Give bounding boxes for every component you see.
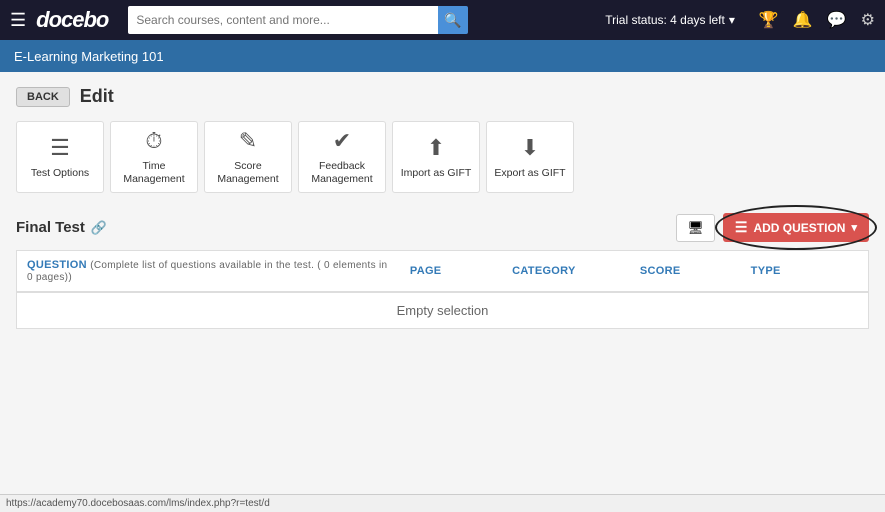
- table-header-row: QUESTION (Complete list of questions ava…: [17, 251, 869, 293]
- bell-icon[interactable]: 🔔: [793, 10, 813, 30]
- th-category: CATEGORY: [502, 251, 630, 293]
- time-management-icon: ⏱: [145, 128, 162, 154]
- page-content: BACK Edit ☰ Test Options ⏱ Time Manageme…: [0, 72, 885, 343]
- table-empty-row: Empty selection: [17, 292, 869, 329]
- card-test-options[interactable]: ☰ Test Options: [16, 121, 104, 193]
- question-header-label: QUESTION: [27, 259, 87, 271]
- feedback-management-icon: ✔: [333, 128, 351, 154]
- status-bar: https://academy70.docebosaas.com/lms/ind…: [0, 494, 885, 512]
- th-score: SCORE: [630, 251, 741, 293]
- chat-icon[interactable]: 💬: [827, 10, 847, 30]
- add-question-dropdown-icon[interactable]: ▾: [851, 221, 857, 234]
- search-bar: 🔍: [128, 6, 468, 34]
- empty-selection-label: Empty selection: [17, 292, 869, 329]
- card-feedback-management[interactable]: ✔ Feedback Management: [298, 121, 386, 193]
- card-label: Import as GIFT: [401, 167, 472, 180]
- add-question-list-icon: ☰: [735, 219, 748, 236]
- th-type: TYPE: [741, 251, 869, 293]
- card-label: Time Management: [115, 160, 193, 185]
- breadcrumb-bar: E-Learning Marketing 101: [0, 40, 885, 72]
- test-name: Final Test: [16, 219, 85, 236]
- score-management-icon: ✎: [239, 128, 257, 154]
- trial-text: Trial status: 4 days left: [605, 13, 725, 27]
- back-button[interactable]: BACK: [16, 87, 70, 107]
- breadcrumb: E-Learning Marketing 101: [14, 49, 164, 64]
- card-label: Test Options: [31, 167, 89, 180]
- card-score-management[interactable]: ✎ Score Management: [204, 121, 292, 193]
- th-question: QUESTION (Complete list of questions ava…: [17, 251, 400, 293]
- cards-row: ☰ Test Options ⏱ Time Management ✎ Score…: [16, 121, 869, 193]
- test-title: Final Test 🔗: [16, 219, 107, 236]
- card-label: Export as GIFT: [494, 167, 565, 180]
- add-question-label: ADD QUESTION: [753, 221, 845, 235]
- trophy-icon[interactable]: 🏆: [759, 10, 779, 30]
- card-time-management[interactable]: ⏱ Time Management: [110, 121, 198, 193]
- test-actions: 🖥 ☰ ADD QUESTION ▾: [676, 213, 869, 242]
- card-import-gift[interactable]: ⬆ Import as GIFT: [392, 121, 480, 193]
- logo[interactable]: docebo: [36, 7, 108, 33]
- gear-icon[interactable]: ⚙: [861, 10, 875, 30]
- card-export-gift[interactable]: ⬇ Export as GIFT: [486, 121, 574, 193]
- test-options-icon: ☰: [50, 135, 70, 161]
- search-button[interactable]: 🔍: [438, 6, 469, 34]
- add-question-wrapper: ☰ ADD QUESTION ▾: [723, 213, 869, 242]
- th-page: PAGE: [400, 251, 502, 293]
- search-input[interactable]: [128, 6, 437, 34]
- preview-button[interactable]: 🖥: [676, 214, 715, 242]
- logo-text: docebo: [36, 7, 108, 33]
- page-title: Edit: [80, 86, 114, 107]
- nav-icons: 🏆 🔔 💬 ⚙: [759, 10, 875, 30]
- hamburger-icon[interactable]: ☰: [10, 10, 26, 31]
- test-section-header: Final Test 🔗 🖥 ☰ ADD QUESTION ▾: [16, 213, 869, 242]
- card-label: Score Management: [209, 160, 287, 185]
- page-header: BACK Edit: [16, 86, 869, 107]
- import-gift-icon: ⬆: [427, 135, 445, 161]
- card-label: Feedback Management: [303, 160, 381, 185]
- export-gift-icon: ⬇: [521, 135, 539, 161]
- top-nav: ☰ docebo 🔍 Trial status: 4 days left ▾ 🏆…: [0, 0, 885, 40]
- trial-chevron-icon: ▾: [729, 13, 735, 27]
- edit-title-icon[interactable]: 🔗: [91, 220, 107, 236]
- status-url: https://academy70.docebosaas.com/lms/ind…: [6, 498, 270, 509]
- preview-icon: 🖥: [687, 220, 704, 236]
- add-question-button[interactable]: ☰ ADD QUESTION ▾: [723, 213, 869, 242]
- trial-badge[interactable]: Trial status: 4 days left ▾: [605, 13, 735, 27]
- questions-table: QUESTION (Complete list of questions ava…: [16, 250, 869, 329]
